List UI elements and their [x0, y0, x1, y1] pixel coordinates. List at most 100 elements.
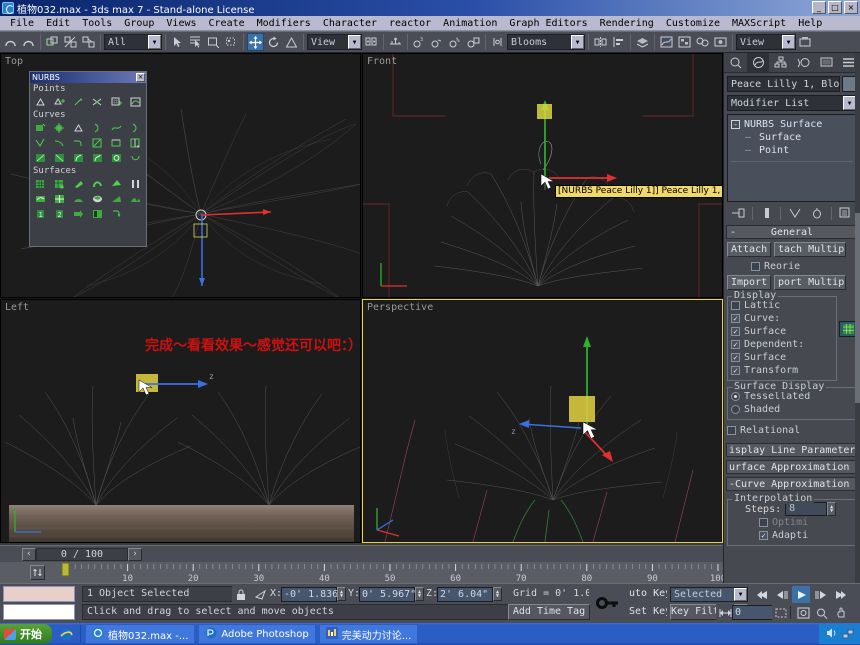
rollout-display-line-parameters[interactable]: isplay Line Parameter	[726, 443, 858, 457]
create-chamfer-curve-icon[interactable]	[51, 135, 68, 150]
create-offset-surface-icon[interactable]	[108, 176, 125, 191]
display-option-transform-degrade[interactable]: ✓ Transform	[731, 364, 833, 377]
rollout-general-header[interactable]: - General	[726, 225, 858, 239]
chevron-down-icon[interactable]: ▼	[782, 35, 795, 49]
key-mode-toggle-icon[interactable]	[594, 592, 622, 614]
create-cv-surface-icon[interactable]	[32, 176, 49, 191]
named-selection-sets-icon[interactable]	[489, 33, 506, 51]
create-offset-curve-icon[interactable]	[127, 120, 144, 135]
unlink-icon[interactable]	[62, 33, 79, 51]
snap-toggle-icon[interactable]: 3	[411, 33, 428, 51]
close-button[interactable]: ×	[844, 1, 858, 14]
motion-tab-icon[interactable]	[792, 53, 815, 72]
create-multicurve-trim-icon[interactable]	[89, 206, 106, 221]
create-offset-point-icon[interactable]	[51, 94, 68, 109]
adaptive-checkbox-row[interactable]: ✓ Adapti	[731, 529, 853, 542]
track-bar[interactable]: 10 20 30 40 50 60 70 80 90 100	[0, 562, 723, 583]
reference-coordinate-combo[interactable]: View ▼	[307, 34, 362, 50]
import-button[interactable]: Import	[727, 275, 771, 290]
spinner-snap-icon[interactable]	[465, 33, 482, 51]
auto-key-button[interactable]: uto Key	[628, 586, 668, 602]
menu-item-edit[interactable]: Edit	[40, 18, 76, 29]
spinner-arrows-icon[interactable]: ▲ ▼	[827, 502, 837, 516]
steps-spinner[interactable]: 8 ▲ ▼	[785, 502, 837, 516]
mini-listener-input[interactable]	[3, 604, 75, 620]
coord-z-field[interactable]: 2' 6.04"	[437, 587, 493, 602]
dependents-checkbox[interactable]: ✓	[731, 340, 740, 349]
adaptive-checkbox[interactable]: ✓	[759, 531, 768, 540]
create-curve-curve-point-icon[interactable]	[89, 94, 106, 109]
menu-item-customize[interactable]: Customize	[660, 18, 726, 29]
create-fillet-surface-icon[interactable]	[108, 206, 125, 221]
named-selection-combo[interactable]: Blooms ▼	[507, 34, 585, 50]
create-fit-curve-icon[interactable]	[70, 120, 87, 135]
attach-multiple-button[interactable]: tach Multipl	[774, 242, 846, 257]
align-icon[interactable]	[610, 33, 627, 51]
rollout-surface-approximation[interactable]: urface Approximation	[726, 460, 858, 474]
selection-filter-combo[interactable]: All ▼	[104, 34, 162, 50]
chevron-down-icon[interactable]: ▼	[148, 35, 161, 49]
tessellated-radio[interactable]	[731, 392, 740, 401]
menu-item-graph-editors[interactable]: Graph Editors	[503, 18, 593, 29]
create-uv-loft-surface-icon[interactable]	[127, 191, 144, 206]
close-icon[interactable]: ×	[136, 73, 145, 82]
create-transform-curve-icon[interactable]	[89, 120, 106, 135]
steps-value[interactable]: 8	[785, 502, 828, 516]
display-option-surface-trims[interactable]: ✓ Surface	[731, 351, 833, 364]
create-multisided-blend-icon[interactable]	[70, 206, 87, 221]
relational-checkbox-row[interactable]: Relational	[727, 424, 857, 437]
menu-item-animation[interactable]: Animation	[437, 18, 503, 29]
coord-y-spinner[interactable]: ▲ ▼	[415, 587, 424, 601]
mirror-icon[interactable]	[592, 33, 609, 51]
undo-icon[interactable]	[2, 33, 19, 51]
create-extrude-surface-icon[interactable]	[32, 191, 49, 206]
create-transform-surface-icon[interactable]	[70, 176, 87, 191]
configure-modifier-sets-icon[interactable]	[837, 205, 855, 221]
menu-item-create[interactable]: Create	[203, 18, 251, 29]
menu-item-reactor[interactable]: reactor	[383, 18, 437, 29]
attach-button[interactable]: Attach	[727, 242, 771, 257]
select-and-rotate-icon[interactable]	[265, 33, 282, 51]
create-v-iso-curve-icon[interactable]	[127, 135, 144, 150]
create-blend-curve-icon[interactable]	[108, 120, 125, 135]
select-object-icon[interactable]	[169, 33, 186, 51]
coord-x-field[interactable]: -0' 1.836	[281, 587, 338, 602]
lattices-checkbox[interactable]	[731, 301, 740, 310]
select-region-icon[interactable]	[205, 33, 222, 51]
coord-y-field[interactable]: 0' 5.967"	[359, 587, 416, 602]
modifier-stack-item-point[interactable]: — Point	[731, 144, 853, 157]
menu-item-views[interactable]: Views	[160, 18, 202, 29]
angle-snap-icon[interactable]	[429, 33, 446, 51]
create-point-icon[interactable]	[32, 94, 49, 109]
create-surf-edge-curve-icon[interactable]	[127, 150, 144, 165]
redo-icon[interactable]	[20, 33, 37, 51]
render-type-combo[interactable]: View ▼	[736, 34, 796, 50]
shaded-radio[interactable]	[731, 405, 740, 414]
maximize-button[interactable]: □	[828, 1, 842, 14]
modifier-stack[interactable]: - NURBS Surface — Surface — Point	[727, 114, 857, 202]
curve-editor-icon[interactable]	[658, 33, 675, 51]
modifier-list-dropdown[interactable]: Modifier List ▼	[727, 95, 857, 111]
create-surf-curve-point-icon[interactable]	[127, 94, 144, 109]
key-filter-combo[interactable]: Selected ▼	[670, 587, 748, 602]
schematic-view-icon[interactable]	[676, 33, 693, 51]
coord-z-spinner[interactable]: ▲ ▼	[493, 587, 502, 601]
scrollbar-thumb[interactable]	[855, 213, 860, 403]
select-and-move-icon[interactable]	[247, 33, 264, 51]
set-key-button[interactable]: Set Key	[628, 604, 668, 620]
select-and-scale-icon[interactable]	[283, 33, 300, 51]
create-tab-icon[interactable]	[724, 53, 747, 72]
surfaces-checkbox[interactable]: ✓	[731, 327, 740, 336]
surface-trims-checkbox[interactable]: ✓	[731, 353, 740, 362]
collapse-icon[interactable]: -	[730, 226, 736, 239]
start-button[interactable]: 开始	[0, 624, 52, 644]
minimize-button[interactable]: _	[812, 1, 826, 14]
menu-item-modifiers[interactable]: Modifiers	[251, 18, 317, 29]
select-by-name-icon[interactable]	[187, 33, 204, 51]
hierarchy-tab-icon[interactable]	[769, 53, 792, 72]
create-lathe-surface-icon[interactable]	[51, 191, 68, 206]
window-crossing-icon[interactable]	[223, 33, 240, 51]
create-point-curve-on-surf-icon[interactable]	[89, 150, 106, 165]
selection-lock-icon[interactable]	[232, 586, 250, 603]
material-editor-icon[interactable]	[694, 33, 711, 51]
